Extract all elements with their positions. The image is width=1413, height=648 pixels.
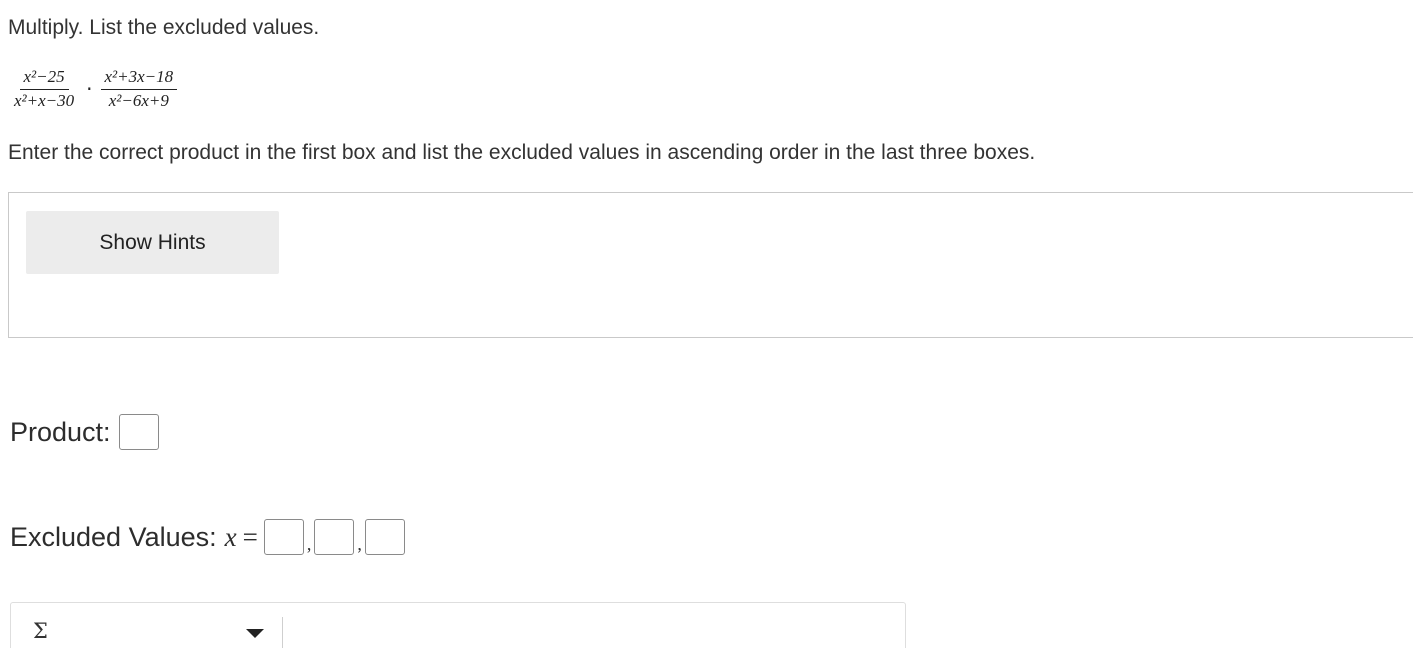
product-row: Product: <box>10 414 159 450</box>
fraction-2: x²+3x−18 x²−6x+9 <box>100 67 178 110</box>
excluded-value-input-1[interactable] <box>263 519 304 555</box>
math-editor-toolbar: Σ <box>10 602 906 648</box>
hints-panel: Show Hints <box>8 192 1413 338</box>
product-label: Product: <box>10 416 111 447</box>
fraction-1: x²−25 x²+x−30 <box>10 67 78 110</box>
question-directions: Enter the correct product in the first b… <box>8 141 1036 164</box>
show-hints-button[interactable]: Show Hints <box>26 211 279 274</box>
question-page: Multiply. List the excluded values. x²−2… <box>0 0 1413 648</box>
excluded-values-row: Excluded Values: x = , , <box>10 519 405 555</box>
equals-sign: = <box>242 521 258 552</box>
toolbar-divider <box>282 617 283 648</box>
excluded-value-input-3[interactable] <box>364 519 405 555</box>
comma-separator: , <box>357 534 362 554</box>
variable-x: x <box>224 521 237 552</box>
comma-separator: , <box>306 534 312 554</box>
fraction-1-numerator: x²−25 <box>19 67 69 90</box>
excluded-value-input-2[interactable] <box>314 519 355 555</box>
rational-expression: x²−25 x²+x−30 · x²+3x−18 x²−6x+9 <box>10 67 178 110</box>
product-input[interactable] <box>118 414 159 450</box>
fraction-2-numerator: x²+3x−18 <box>100 67 178 90</box>
fraction-1-denominator: x²+x−30 <box>14 90 75 110</box>
fraction-2-denominator: x²−6x+9 <box>108 90 169 110</box>
multiply-operator: · <box>86 77 93 102</box>
caret-down-icon[interactable] <box>246 629 264 638</box>
question-instruction: Multiply. List the excluded values. <box>8 16 320 39</box>
sigma-icon[interactable]: Σ <box>33 619 48 643</box>
excluded-values-label: Excluded Values: <box>10 521 217 552</box>
